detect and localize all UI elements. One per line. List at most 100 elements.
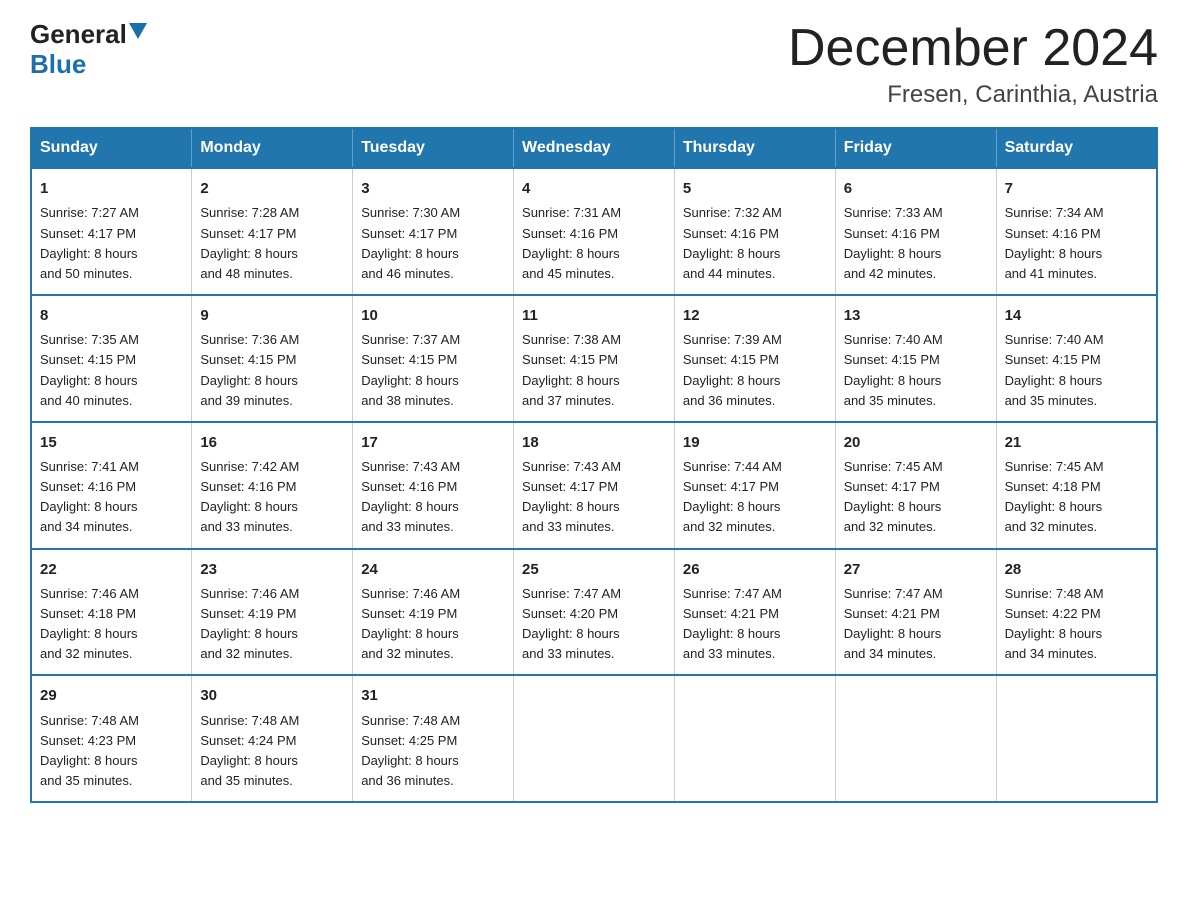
calendar-cell: 22 Sunrise: 7:46 AMSunset: 4:18 PMDaylig… <box>31 549 192 676</box>
day-info: Sunrise: 7:45 AMSunset: 4:17 PMDaylight:… <box>844 457 988 538</box>
day-number: 8 <box>40 304 183 327</box>
day-info: Sunrise: 7:31 AMSunset: 4:16 PMDaylight:… <box>522 203 666 284</box>
day-info: Sunrise: 7:45 AMSunset: 4:18 PMDaylight:… <box>1005 457 1148 538</box>
day-info: Sunrise: 7:36 AMSunset: 4:15 PMDaylight:… <box>200 330 344 411</box>
day-number: 1 <box>40 177 183 200</box>
day-info: Sunrise: 7:48 AMSunset: 4:24 PMDaylight:… <box>200 711 344 792</box>
calendar-cell: 25 Sunrise: 7:47 AMSunset: 4:20 PMDaylig… <box>514 549 675 676</box>
calendar-cell: 9 Sunrise: 7:36 AMSunset: 4:15 PMDayligh… <box>192 295 353 422</box>
calendar-cell: 3 Sunrise: 7:30 AMSunset: 4:17 PMDayligh… <box>353 168 514 295</box>
calendar-cell: 1 Sunrise: 7:27 AMSunset: 4:17 PMDayligh… <box>31 168 192 295</box>
day-info: Sunrise: 7:48 AMSunset: 4:25 PMDaylight:… <box>361 711 505 792</box>
day-info: Sunrise: 7:33 AMSunset: 4:16 PMDaylight:… <box>844 203 988 284</box>
day-info: Sunrise: 7:27 AMSunset: 4:17 PMDaylight:… <box>40 203 183 284</box>
day-number: 31 <box>361 684 505 707</box>
day-number: 25 <box>522 558 666 581</box>
day-info: Sunrise: 7:48 AMSunset: 4:22 PMDaylight:… <box>1005 584 1148 665</box>
day-number: 13 <box>844 304 988 327</box>
calendar-cell: 24 Sunrise: 7:46 AMSunset: 4:19 PMDaylig… <box>353 549 514 676</box>
day-info: Sunrise: 7:47 AMSunset: 4:21 PMDaylight:… <box>683 584 827 665</box>
day-number: 10 <box>361 304 505 327</box>
day-number: 21 <box>1005 431 1148 454</box>
day-info: Sunrise: 7:44 AMSunset: 4:17 PMDaylight:… <box>683 457 827 538</box>
calendar-cell: 17 Sunrise: 7:43 AMSunset: 4:16 PMDaylig… <box>353 422 514 549</box>
day-number: 2 <box>200 177 344 200</box>
calendar-cell <box>674 675 835 802</box>
day-number: 18 <box>522 431 666 454</box>
day-number: 24 <box>361 558 505 581</box>
day-info: Sunrise: 7:40 AMSunset: 4:15 PMDaylight:… <box>844 330 988 411</box>
day-info: Sunrise: 7:46 AMSunset: 4:19 PMDaylight:… <box>361 584 505 665</box>
day-info: Sunrise: 7:38 AMSunset: 4:15 PMDaylight:… <box>522 330 666 411</box>
calendar-week-5: 29 Sunrise: 7:48 AMSunset: 4:23 PMDaylig… <box>31 675 1157 802</box>
page-header: General Blue December 2024 Fresen, Carin… <box>30 20 1158 109</box>
header-row: SundayMondayTuesdayWednesdayThursdayFrid… <box>31 128 1157 168</box>
calendar-cell: 2 Sunrise: 7:28 AMSunset: 4:17 PMDayligh… <box>192 168 353 295</box>
calendar-cell: 13 Sunrise: 7:40 AMSunset: 4:15 PMDaylig… <box>835 295 996 422</box>
calendar-cell: 8 Sunrise: 7:35 AMSunset: 4:15 PMDayligh… <box>31 295 192 422</box>
logo-arrow-icon <box>129 23 147 41</box>
day-header-saturday: Saturday <box>996 128 1157 168</box>
day-number: 26 <box>683 558 827 581</box>
calendar-cell: 4 Sunrise: 7:31 AMSunset: 4:16 PMDayligh… <box>514 168 675 295</box>
page-title: December 2024 <box>788 20 1158 77</box>
calendar-cell: 20 Sunrise: 7:45 AMSunset: 4:17 PMDaylig… <box>835 422 996 549</box>
day-header-thursday: Thursday <box>674 128 835 168</box>
day-info: Sunrise: 7:34 AMSunset: 4:16 PMDaylight:… <box>1005 203 1148 284</box>
calendar-week-1: 1 Sunrise: 7:27 AMSunset: 4:17 PMDayligh… <box>31 168 1157 295</box>
calendar-cell: 11 Sunrise: 7:38 AMSunset: 4:15 PMDaylig… <box>514 295 675 422</box>
calendar-week-4: 22 Sunrise: 7:46 AMSunset: 4:18 PMDaylig… <box>31 549 1157 676</box>
day-number: 27 <box>844 558 988 581</box>
calendar-cell: 15 Sunrise: 7:41 AMSunset: 4:16 PMDaylig… <box>31 422 192 549</box>
day-header-sunday: Sunday <box>31 128 192 168</box>
calendar-body: 1 Sunrise: 7:27 AMSunset: 4:17 PMDayligh… <box>31 168 1157 802</box>
day-info: Sunrise: 7:30 AMSunset: 4:17 PMDaylight:… <box>361 203 505 284</box>
calendar-cell: 14 Sunrise: 7:40 AMSunset: 4:15 PMDaylig… <box>996 295 1157 422</box>
day-info: Sunrise: 7:39 AMSunset: 4:15 PMDaylight:… <box>683 330 827 411</box>
calendar-cell: 6 Sunrise: 7:33 AMSunset: 4:16 PMDayligh… <box>835 168 996 295</box>
day-number: 16 <box>200 431 344 454</box>
day-info: Sunrise: 7:41 AMSunset: 4:16 PMDaylight:… <box>40 457 183 538</box>
day-header-friday: Friday <box>835 128 996 168</box>
calendar-cell: 26 Sunrise: 7:47 AMSunset: 4:21 PMDaylig… <box>674 549 835 676</box>
calendar-cell <box>835 675 996 802</box>
calendar-cell: 28 Sunrise: 7:48 AMSunset: 4:22 PMDaylig… <box>996 549 1157 676</box>
calendar-cell <box>514 675 675 802</box>
day-info: Sunrise: 7:48 AMSunset: 4:23 PMDaylight:… <box>40 711 183 792</box>
day-info: Sunrise: 7:47 AMSunset: 4:21 PMDaylight:… <box>844 584 988 665</box>
day-info: Sunrise: 7:46 AMSunset: 4:18 PMDaylight:… <box>40 584 183 665</box>
day-info: Sunrise: 7:47 AMSunset: 4:20 PMDaylight:… <box>522 584 666 665</box>
page-subtitle: Fresen, Carinthia, Austria <box>788 81 1158 109</box>
day-number: 4 <box>522 177 666 200</box>
day-number: 22 <box>40 558 183 581</box>
calendar-table: SundayMondayTuesdayWednesdayThursdayFrid… <box>30 127 1158 803</box>
day-info: Sunrise: 7:42 AMSunset: 4:16 PMDaylight:… <box>200 457 344 538</box>
day-number: 20 <box>844 431 988 454</box>
day-number: 5 <box>683 177 827 200</box>
calendar-cell: 27 Sunrise: 7:47 AMSunset: 4:21 PMDaylig… <box>835 549 996 676</box>
calendar-cell: 19 Sunrise: 7:44 AMSunset: 4:17 PMDaylig… <box>674 422 835 549</box>
day-number: 19 <box>683 431 827 454</box>
day-info: Sunrise: 7:46 AMSunset: 4:19 PMDaylight:… <box>200 584 344 665</box>
day-header-tuesday: Tuesday <box>353 128 514 168</box>
logo-blue: Blue <box>30 49 86 79</box>
calendar-cell: 21 Sunrise: 7:45 AMSunset: 4:18 PMDaylig… <box>996 422 1157 549</box>
day-number: 3 <box>361 177 505 200</box>
day-info: Sunrise: 7:40 AMSunset: 4:15 PMDaylight:… <box>1005 330 1148 411</box>
calendar-cell: 31 Sunrise: 7:48 AMSunset: 4:25 PMDaylig… <box>353 675 514 802</box>
calendar-cell: 16 Sunrise: 7:42 AMSunset: 4:16 PMDaylig… <box>192 422 353 549</box>
calendar-cell: 5 Sunrise: 7:32 AMSunset: 4:16 PMDayligh… <box>674 168 835 295</box>
logo-general: General <box>30 20 127 49</box>
calendar-cell: 30 Sunrise: 7:48 AMSunset: 4:24 PMDaylig… <box>192 675 353 802</box>
day-number: 29 <box>40 684 183 707</box>
day-header-monday: Monday <box>192 128 353 168</box>
day-info: Sunrise: 7:43 AMSunset: 4:17 PMDaylight:… <box>522 457 666 538</box>
day-number: 15 <box>40 431 183 454</box>
day-number: 12 <box>683 304 827 327</box>
calendar-cell: 23 Sunrise: 7:46 AMSunset: 4:19 PMDaylig… <box>192 549 353 676</box>
calendar-week-2: 8 Sunrise: 7:35 AMSunset: 4:15 PMDayligh… <box>31 295 1157 422</box>
calendar-cell: 7 Sunrise: 7:34 AMSunset: 4:16 PMDayligh… <box>996 168 1157 295</box>
day-number: 11 <box>522 304 666 327</box>
day-header-wednesday: Wednesday <box>514 128 675 168</box>
day-number: 17 <box>361 431 505 454</box>
